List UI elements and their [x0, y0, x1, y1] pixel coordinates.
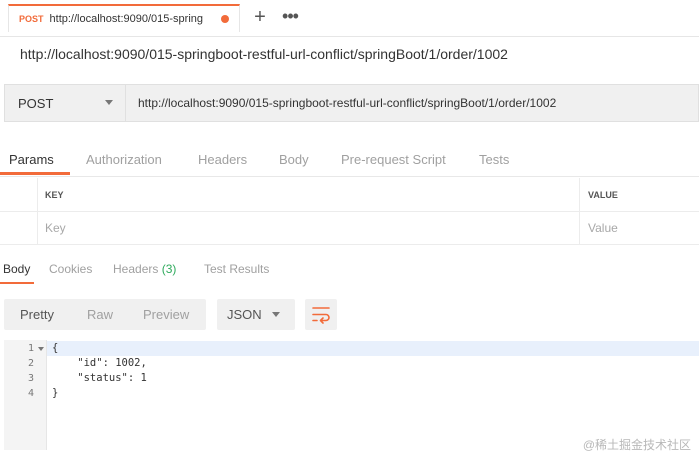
line-number: 1 [27, 343, 34, 354]
tab-response-headers-label: Headers [113, 262, 159, 276]
active-tab-indicator [0, 282, 34, 284]
column-header-key: KEY [45, 190, 64, 200]
wrap-lines-button[interactable] [305, 299, 337, 330]
code-line: } [52, 387, 59, 399]
table-row: Key Value [0, 211, 699, 245]
code-line: { [52, 342, 59, 354]
tab-response-body[interactable]: Body [3, 262, 30, 276]
key-placeholder: Key [45, 221, 66, 235]
line-number: 3 [27, 373, 34, 384]
value-placeholder: Value [588, 221, 618, 235]
unsaved-indicator-icon [220, 15, 229, 23]
value-input[interactable]: Value [580, 211, 699, 244]
line-number: 4 [27, 388, 34, 399]
wrap-lines-icon [312, 307, 330, 324]
fold-toggle-icon[interactable] [38, 347, 44, 351]
key-input[interactable]: Key [37, 211, 580, 244]
more-tabs-icon[interactable]: ••• [276, 5, 304, 31]
format-select-value: JSON [227, 307, 262, 322]
active-tab-indicator [0, 172, 70, 175]
tab-tests[interactable]: Tests [479, 152, 509, 167]
method-select[interactable]: POST [4, 84, 126, 122]
method-select-value: POST [18, 95, 54, 111]
tab-authorization[interactable]: Authorization [86, 152, 162, 167]
response-tabs: Body Cookies Headers (3) Test Results [0, 256, 699, 284]
request-tab[interactable]: POST http://localhost:9090/015-spring [8, 4, 240, 32]
response-body-editor[interactable]: 1 2 3 4 { "id": 1002, "status": 1 } [4, 340, 699, 450]
tab-pre-request-script[interactable]: Pre-request Script [341, 152, 446, 167]
column-header-value: VALUE [588, 190, 618, 200]
request-title: http://localhost:9090/015-springboot-res… [20, 46, 508, 62]
tab-params[interactable]: Params [9, 152, 54, 167]
tab-body[interactable]: Body [279, 152, 309, 167]
tab-cookies[interactable]: Cookies [49, 262, 92, 276]
pretty-button[interactable]: Pretty [20, 307, 54, 322]
tab-response-headers[interactable]: Headers (3) [113, 262, 176, 276]
chevron-down-icon [105, 100, 113, 105]
table-header-row: KEY VALUE [0, 178, 699, 212]
chevron-down-icon [272, 312, 280, 317]
new-tab-button[interactable]: + [248, 5, 272, 31]
raw-button[interactable]: Raw [87, 307, 113, 322]
request-tab-method: POST [19, 14, 44, 24]
line-number: 2 [27, 358, 34, 369]
request-tabs: Params Authorization Headers Body Pre-re… [0, 146, 699, 176]
format-select[interactable]: JSON [217, 299, 295, 330]
headers-count-badge: (3) [161, 262, 177, 276]
divider [0, 176, 699, 177]
tab-headers[interactable]: Headers [198, 152, 247, 167]
params-table: KEY VALUE Key Value [0, 178, 699, 245]
active-line-highlight [4, 341, 699, 356]
preview-button[interactable]: Preview [143, 307, 189, 322]
code-line: "status": 1 [52, 372, 147, 384]
code-line: "id": 1002, [52, 357, 147, 369]
row-checkbox-cell[interactable] [0, 211, 38, 244]
tab-test-results[interactable]: Test Results [204, 262, 269, 276]
view-mode-group: Pretty Raw Preview [4, 299, 206, 330]
request-tab-url: http://localhost:9090/015-spring [49, 13, 204, 25]
line-number-gutter: 1 2 3 4 [4, 340, 47, 450]
watermark: @稀土掘金技术社区 [582, 438, 691, 452]
url-input[interactable]: http://localhost:9090/015-springboot-res… [126, 84, 699, 122]
